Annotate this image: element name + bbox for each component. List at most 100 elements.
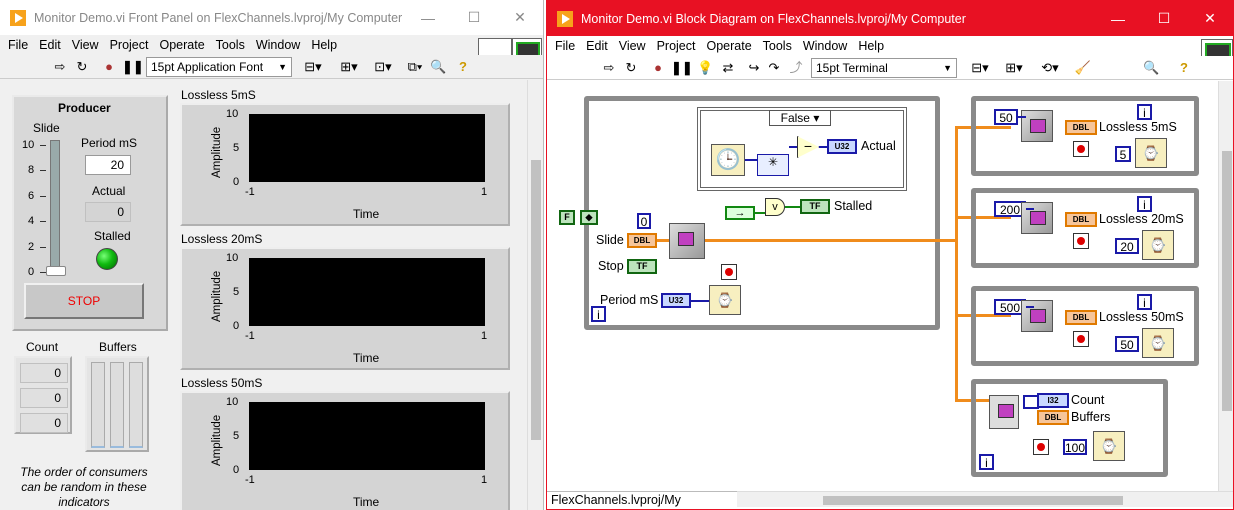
step-over-icon[interactable]: ↷ bbox=[765, 59, 783, 77]
stop-condition-terminal[interactable] bbox=[1073, 233, 1089, 249]
menu-edit[interactable]: Edit bbox=[586, 39, 608, 53]
channel-writer-node[interactable] bbox=[669, 223, 705, 259]
period-terminal[interactable]: U32 bbox=[661, 293, 691, 308]
step-into-icon[interactable]: ↪ bbox=[745, 59, 763, 77]
block-diagram-hscroll[interactable] bbox=[737, 491, 1233, 507]
menu-project[interactable]: Project bbox=[657, 39, 696, 53]
boolean-constant[interactable]: ◆ bbox=[580, 210, 598, 225]
search-icon[interactable]: 🔍 bbox=[1143, 59, 1159, 77]
stop-condition-terminal[interactable] bbox=[1073, 331, 1089, 347]
shift-register-node[interactable]: ✳ bbox=[757, 154, 789, 176]
or-node[interactable]: v bbox=[765, 198, 785, 216]
run-continuously-icon[interactable]: ↻ bbox=[74, 58, 90, 76]
wait-ms-icon[interactable]: ⌚ bbox=[1142, 328, 1174, 358]
menu-tools[interactable]: Tools bbox=[763, 39, 792, 53]
menu-tools[interactable]: Tools bbox=[216, 38, 245, 52]
wait-constant[interactable]: 50 bbox=[1115, 336, 1139, 352]
menu-project[interactable]: Project bbox=[110, 38, 149, 52]
period-constant[interactable]: 50 bbox=[994, 109, 1018, 125]
step-out-icon[interactable]: ⤴ bbox=[787, 59, 805, 77]
font-selector[interactable]: 15pt Application Font ▼ bbox=[146, 57, 292, 77]
stop-condition-terminal[interactable] bbox=[721, 264, 737, 280]
run-arrow-icon[interactable]: ⇨ bbox=[52, 58, 68, 76]
graph-terminal[interactable]: DBL bbox=[1065, 310, 1097, 325]
stalled-terminal[interactable]: TF bbox=[800, 199, 830, 214]
menu-view[interactable]: View bbox=[72, 38, 99, 52]
menu-file[interactable]: File bbox=[8, 38, 28, 52]
reorder-icon[interactable]: ⟲▾ bbox=[1037, 59, 1063, 77]
retain-wire-values-icon[interactable]: ⇄ bbox=[719, 59, 737, 77]
front-panel-titlebar[interactable]: Monitor Demo.vi Front Panel on FlexChann… bbox=[0, 0, 543, 35]
abort-icon[interactable]: ● bbox=[100, 58, 118, 76]
reorder-icon[interactable]: ⧉▾ bbox=[402, 58, 428, 76]
wait-constant[interactable]: 100 bbox=[1063, 439, 1087, 455]
wait-ms-icon[interactable]: ⌚ bbox=[1142, 230, 1174, 260]
count-terminal[interactable]: I32 bbox=[1037, 393, 1069, 408]
plot-area[interactable] bbox=[249, 258, 485, 326]
maximize-button[interactable]: ☐ bbox=[1141, 10, 1187, 27]
slide-terminal[interactable]: DBL bbox=[627, 233, 657, 248]
clean-up-diagram-icon[interactable]: 🧹 bbox=[1073, 59, 1093, 77]
menu-view[interactable]: View bbox=[619, 39, 646, 53]
run-continuously-icon[interactable]: ↻ bbox=[623, 59, 639, 77]
slide-track[interactable] bbox=[50, 140, 60, 274]
distribute-objects-icon[interactable]: ⊞▾ bbox=[336, 58, 362, 76]
stop-condition-terminal[interactable] bbox=[1033, 439, 1049, 455]
channel-monitor-node[interactable] bbox=[989, 395, 1019, 429]
false-constant[interactable]: F bbox=[559, 210, 575, 225]
case-selector[interactable]: False ▾ bbox=[769, 110, 831, 126]
minimize-button[interactable]: — bbox=[1095, 11, 1141, 27]
channel-reader-node[interactable] bbox=[1021, 300, 1053, 332]
block-diagram-titlebar[interactable]: Monitor Demo.vi Block Diagram on FlexCha… bbox=[547, 1, 1233, 36]
tick-count-icon[interactable]: 🕒 bbox=[711, 144, 745, 176]
search-icon[interactable]: 🔍 bbox=[430, 58, 446, 76]
producer-heading: Producer bbox=[58, 101, 111, 115]
graph-terminal[interactable]: DBL bbox=[1065, 212, 1097, 227]
highlight-execution-icon[interactable]: 💡 bbox=[697, 59, 713, 77]
menu-operate[interactable]: Operate bbox=[159, 38, 204, 52]
align-objects-icon[interactable]: ⊟▾ bbox=[300, 58, 326, 76]
minimize-button[interactable]: — bbox=[405, 10, 451, 26]
help-icon[interactable]: ? bbox=[1177, 59, 1191, 77]
stop-button[interactable]: STOP bbox=[24, 283, 144, 319]
menu-file[interactable]: File bbox=[555, 39, 575, 53]
zero-constant[interactable]: 0 bbox=[637, 213, 651, 229]
wait-constant[interactable]: 20 bbox=[1115, 238, 1139, 254]
help-icon[interactable]: ? bbox=[456, 58, 470, 76]
distribute-objects-icon[interactable]: ⊞▾ bbox=[1001, 59, 1027, 77]
resize-objects-icon[interactable]: ⊡▾ bbox=[370, 58, 396, 76]
wait-ms-icon[interactable]: ⌚ bbox=[1093, 431, 1125, 461]
menu-help[interactable]: Help bbox=[311, 38, 337, 52]
buffers-terminal[interactable]: DBL bbox=[1037, 410, 1069, 425]
channel-reader-node[interactable] bbox=[1021, 110, 1053, 142]
menu-window[interactable]: Window bbox=[256, 38, 300, 52]
close-button[interactable]: ✕ bbox=[1187, 10, 1233, 27]
close-button[interactable]: ✕ bbox=[497, 9, 543, 26]
channel-reader-node[interactable] bbox=[1021, 202, 1053, 234]
font-selector[interactable]: 15pt Terminal ▼ bbox=[811, 58, 957, 78]
menu-help[interactable]: Help bbox=[858, 39, 884, 53]
wait-constant[interactable]: 5 bbox=[1115, 146, 1131, 162]
graph-terminal[interactable]: DBL bbox=[1065, 120, 1097, 135]
period-input[interactable]: 20 bbox=[85, 155, 131, 175]
pause-icon[interactable]: ❚❚ bbox=[122, 58, 144, 76]
align-objects-icon[interactable]: ⊟▾ bbox=[967, 59, 993, 77]
actual-terminal[interactable]: U32 bbox=[827, 139, 857, 154]
wait-ms-icon[interactable]: ⌚ bbox=[1135, 138, 1167, 168]
front-panel-vscroll[interactable] bbox=[527, 80, 543, 510]
run-arrow-icon[interactable]: ⇨ bbox=[601, 59, 617, 77]
menu-operate[interactable]: Operate bbox=[706, 39, 751, 53]
block-diagram-vscroll[interactable] bbox=[1218, 81, 1233, 491]
plot-area[interactable] bbox=[249, 402, 485, 470]
plot-area[interactable] bbox=[249, 114, 485, 182]
maximize-button[interactable]: ☐ bbox=[451, 9, 497, 26]
pause-icon[interactable]: ❚❚ bbox=[671, 59, 693, 77]
abort-icon[interactable]: ● bbox=[649, 59, 667, 77]
compare-node[interactable]: → bbox=[725, 206, 755, 220]
menu-window[interactable]: Window bbox=[803, 39, 847, 53]
stop-terminal[interactable]: TF bbox=[627, 259, 657, 274]
menu-edit[interactable]: Edit bbox=[39, 38, 61, 52]
stop-condition-terminal[interactable] bbox=[1073, 141, 1089, 157]
slide-handle[interactable] bbox=[46, 266, 66, 276]
wait-ms-icon[interactable]: ⌚ bbox=[709, 285, 741, 315]
